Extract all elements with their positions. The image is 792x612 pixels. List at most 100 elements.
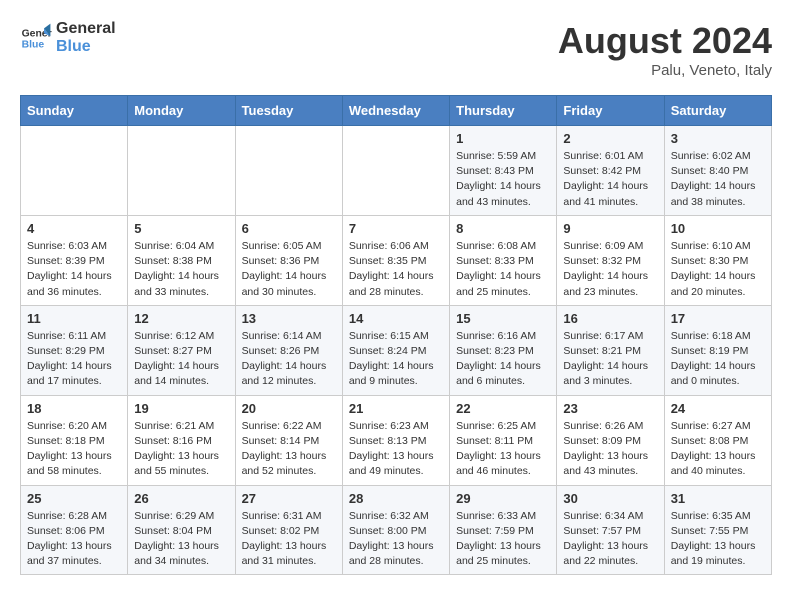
week-row-5: 25 Sunrise: 6:28 AM Sunset: 8:06 PM Dayli…: [21, 485, 772, 575]
calendar-cell: 31Sunrise: 6:35 AM Sunset: 7:55 PM Dayli…: [664, 485, 771, 575]
title-block: August 2024 Palu, Veneto, Italy: [558, 20, 772, 79]
calendar-cell: 12 Sunrise: 6:12 AM Sunset: 8:27 PM Dayli…: [128, 305, 235, 395]
day-info: Sunrise: 6:12 AM Sunset: 8:27 PM Dayligh…: [134, 329, 228, 390]
header-cell-tuesday: Tuesday: [235, 96, 342, 126]
day-number: 11: [27, 311, 121, 326]
page-header: General Blue General Blue August 2024 Pa…: [20, 20, 772, 79]
day-number: 23: [563, 401, 657, 416]
day-info: Sunrise: 6:02 AM Sunset: 8:40 PM Dayligh…: [671, 149, 765, 210]
day-info: Sunrise: 6:28 AM Sunset: 8:06 PM Dayligh…: [27, 509, 121, 570]
day-number: 14: [349, 311, 443, 326]
header-row: SundayMondayTuesdayWednesdayThursdayFrid…: [21, 96, 772, 126]
day-number: 12: [134, 311, 228, 326]
day-info: Sunrise: 6:14 AM Sunset: 8:26 PM Dayligh…: [242, 329, 336, 390]
calendar-cell: 8 Sunrise: 6:08 AM Sunset: 8:33 PM Daylig…: [450, 215, 557, 305]
calendar-cell: 1Sunrise: 5:59 AM Sunset: 8:43 PM Daylig…: [450, 126, 557, 216]
calendar-cell: 24Sunrise: 6:27 AM Sunset: 8:08 PM Dayli…: [664, 395, 771, 485]
header-cell-monday: Monday: [128, 96, 235, 126]
calendar-cell: 14 Sunrise: 6:15 AM Sunset: 8:24 PM Dayli…: [342, 305, 449, 395]
day-number: 17: [671, 311, 765, 326]
day-number: 28: [349, 491, 443, 506]
day-number: 30: [563, 491, 657, 506]
day-info: Sunrise: 6:11 AM Sunset: 8:29 PM Dayligh…: [27, 329, 121, 390]
day-info: Sunrise: 6:15 AM Sunset: 8:24 PM Dayligh…: [349, 329, 443, 390]
day-info: Sunrise: 6:01 AM Sunset: 8:42 PM Dayligh…: [563, 149, 657, 210]
calendar-cell: 20Sunrise: 6:22 AM Sunset: 8:14 PM Dayli…: [235, 395, 342, 485]
calendar-cell: [235, 126, 342, 216]
day-info: Sunrise: 6:34 AM Sunset: 7:57 PM Dayligh…: [563, 509, 657, 570]
calendar-cell: 3Sunrise: 6:02 AM Sunset: 8:40 PM Daylig…: [664, 126, 771, 216]
day-number: 19: [134, 401, 228, 416]
calendar-cell: 26Sunrise: 6:29 AM Sunset: 8:04 PM Dayli…: [128, 485, 235, 575]
calendar-cell: 25 Sunrise: 6:28 AM Sunset: 8:06 PM Dayli…: [21, 485, 128, 575]
day-number: 6: [242, 221, 336, 236]
day-info: Sunrise: 6:27 AM Sunset: 8:08 PM Dayligh…: [671, 419, 765, 480]
day-info: Sunrise: 6:31 AM Sunset: 8:02 PM Dayligh…: [242, 509, 336, 570]
day-info: Sunrise: 6:33 AM Sunset: 7:59 PM Dayligh…: [456, 509, 550, 570]
day-number: 10: [671, 221, 765, 236]
day-number: 5: [134, 221, 228, 236]
header-cell-saturday: Saturday: [664, 96, 771, 126]
day-info: Sunrise: 6:06 AM Sunset: 8:35 PM Dayligh…: [349, 239, 443, 300]
day-info: Sunrise: 6:08 AM Sunset: 8:33 PM Dayligh…: [456, 239, 550, 300]
day-info: Sunrise: 6:32 AM Sunset: 8:00 PM Dayligh…: [349, 509, 443, 570]
day-number: 25: [27, 491, 121, 506]
day-info: Sunrise: 6:05 AM Sunset: 8:36 PM Dayligh…: [242, 239, 336, 300]
day-info: Sunrise: 6:04 AM Sunset: 8:38 PM Dayligh…: [134, 239, 228, 300]
month-year: August 2024: [558, 20, 772, 62]
day-number: 18: [27, 401, 121, 416]
day-number: 2: [563, 131, 657, 146]
calendar-cell: 11 Sunrise: 6:11 AM Sunset: 8:29 PM Dayli…: [21, 305, 128, 395]
day-number: 4: [27, 221, 121, 236]
week-row-2: 4Sunrise: 6:03 AM Sunset: 8:39 PM Daylig…: [21, 215, 772, 305]
calendar-header: SundayMondayTuesdayWednesdayThursdayFrid…: [21, 96, 772, 126]
header-cell-thursday: Thursday: [450, 96, 557, 126]
calendar-cell: 10 Sunrise: 6:10 AM Sunset: 8:30 PM Dayli…: [664, 215, 771, 305]
week-row-1: 1Sunrise: 5:59 AM Sunset: 8:43 PM Daylig…: [21, 126, 772, 216]
svg-text:Blue: Blue: [22, 39, 45, 50]
calendar-cell: 16Sunrise: 6:17 AM Sunset: 8:21 PM Dayli…: [557, 305, 664, 395]
day-number: 21: [349, 401, 443, 416]
day-info: Sunrise: 6:23 AM Sunset: 8:13 PM Dayligh…: [349, 419, 443, 480]
day-number: 29: [456, 491, 550, 506]
day-info: Sunrise: 6:35 AM Sunset: 7:55 PM Dayligh…: [671, 509, 765, 570]
calendar-cell: [128, 126, 235, 216]
calendar-cell: 21 Sunrise: 6:23 AM Sunset: 8:13 PM Dayli…: [342, 395, 449, 485]
calendar-cell: 9 Sunrise: 6:09 AM Sunset: 8:32 PM Daylig…: [557, 215, 664, 305]
day-number: 1: [456, 131, 550, 146]
calendar-cell: 15Sunrise: 6:16 AM Sunset: 8:23 PM Dayli…: [450, 305, 557, 395]
header-cell-sunday: Sunday: [21, 96, 128, 126]
logo: General Blue General Blue: [20, 20, 116, 55]
calendar-cell: 6 Sunrise: 6:05 AM Sunset: 8:36 PM Daylig…: [235, 215, 342, 305]
calendar-cell: 5 Sunrise: 6:04 AM Sunset: 8:38 PM Daylig…: [128, 215, 235, 305]
location: Palu, Veneto, Italy: [558, 62, 772, 79]
logo-line1: General: [56, 20, 116, 38]
day-number: 16: [563, 311, 657, 326]
day-number: 26: [134, 491, 228, 506]
calendar-body: 1Sunrise: 5:59 AM Sunset: 8:43 PM Daylig…: [21, 126, 772, 575]
calendar-cell: 23 Sunrise: 6:26 AM Sunset: 8:09 PM Dayli…: [557, 395, 664, 485]
calendar-cell: 29 Sunrise: 6:33 AM Sunset: 7:59 PM Dayli…: [450, 485, 557, 575]
day-info: Sunrise: 6:26 AM Sunset: 8:09 PM Dayligh…: [563, 419, 657, 480]
day-info: Sunrise: 6:16 AM Sunset: 8:23 PM Dayligh…: [456, 329, 550, 390]
week-row-3: 11 Sunrise: 6:11 AM Sunset: 8:29 PM Dayli…: [21, 305, 772, 395]
calendar-table: SundayMondayTuesdayWednesdayThursdayFrid…: [20, 95, 772, 575]
day-number: 9: [563, 221, 657, 236]
day-number: 20: [242, 401, 336, 416]
calendar-cell: 27 Sunrise: 6:31 AM Sunset: 8:02 PM Dayli…: [235, 485, 342, 575]
calendar-cell: 18 Sunrise: 6:20 AM Sunset: 8:18 PM Dayli…: [21, 395, 128, 485]
day-number: 8: [456, 221, 550, 236]
calendar-cell: 13 Sunrise: 6:14 AM Sunset: 8:26 PM Dayli…: [235, 305, 342, 395]
calendar-cell: [342, 126, 449, 216]
calendar-cell: 19Sunrise: 6:21 AM Sunset: 8:16 PM Dayli…: [128, 395, 235, 485]
header-cell-friday: Friday: [557, 96, 664, 126]
calendar-cell: 7Sunrise: 6:06 AM Sunset: 8:35 PM Daylig…: [342, 215, 449, 305]
day-number: 13: [242, 311, 336, 326]
calendar-cell: 2 Sunrise: 6:01 AM Sunset: 8:42 PM Daylig…: [557, 126, 664, 216]
day-info: Sunrise: 6:10 AM Sunset: 8:30 PM Dayligh…: [671, 239, 765, 300]
day-info: Sunrise: 6:18 AM Sunset: 8:19 PM Dayligh…: [671, 329, 765, 390]
day-number: 22: [456, 401, 550, 416]
day-number: 27: [242, 491, 336, 506]
day-info: Sunrise: 6:09 AM Sunset: 8:32 PM Dayligh…: [563, 239, 657, 300]
day-info: Sunrise: 6:20 AM Sunset: 8:18 PM Dayligh…: [27, 419, 121, 480]
